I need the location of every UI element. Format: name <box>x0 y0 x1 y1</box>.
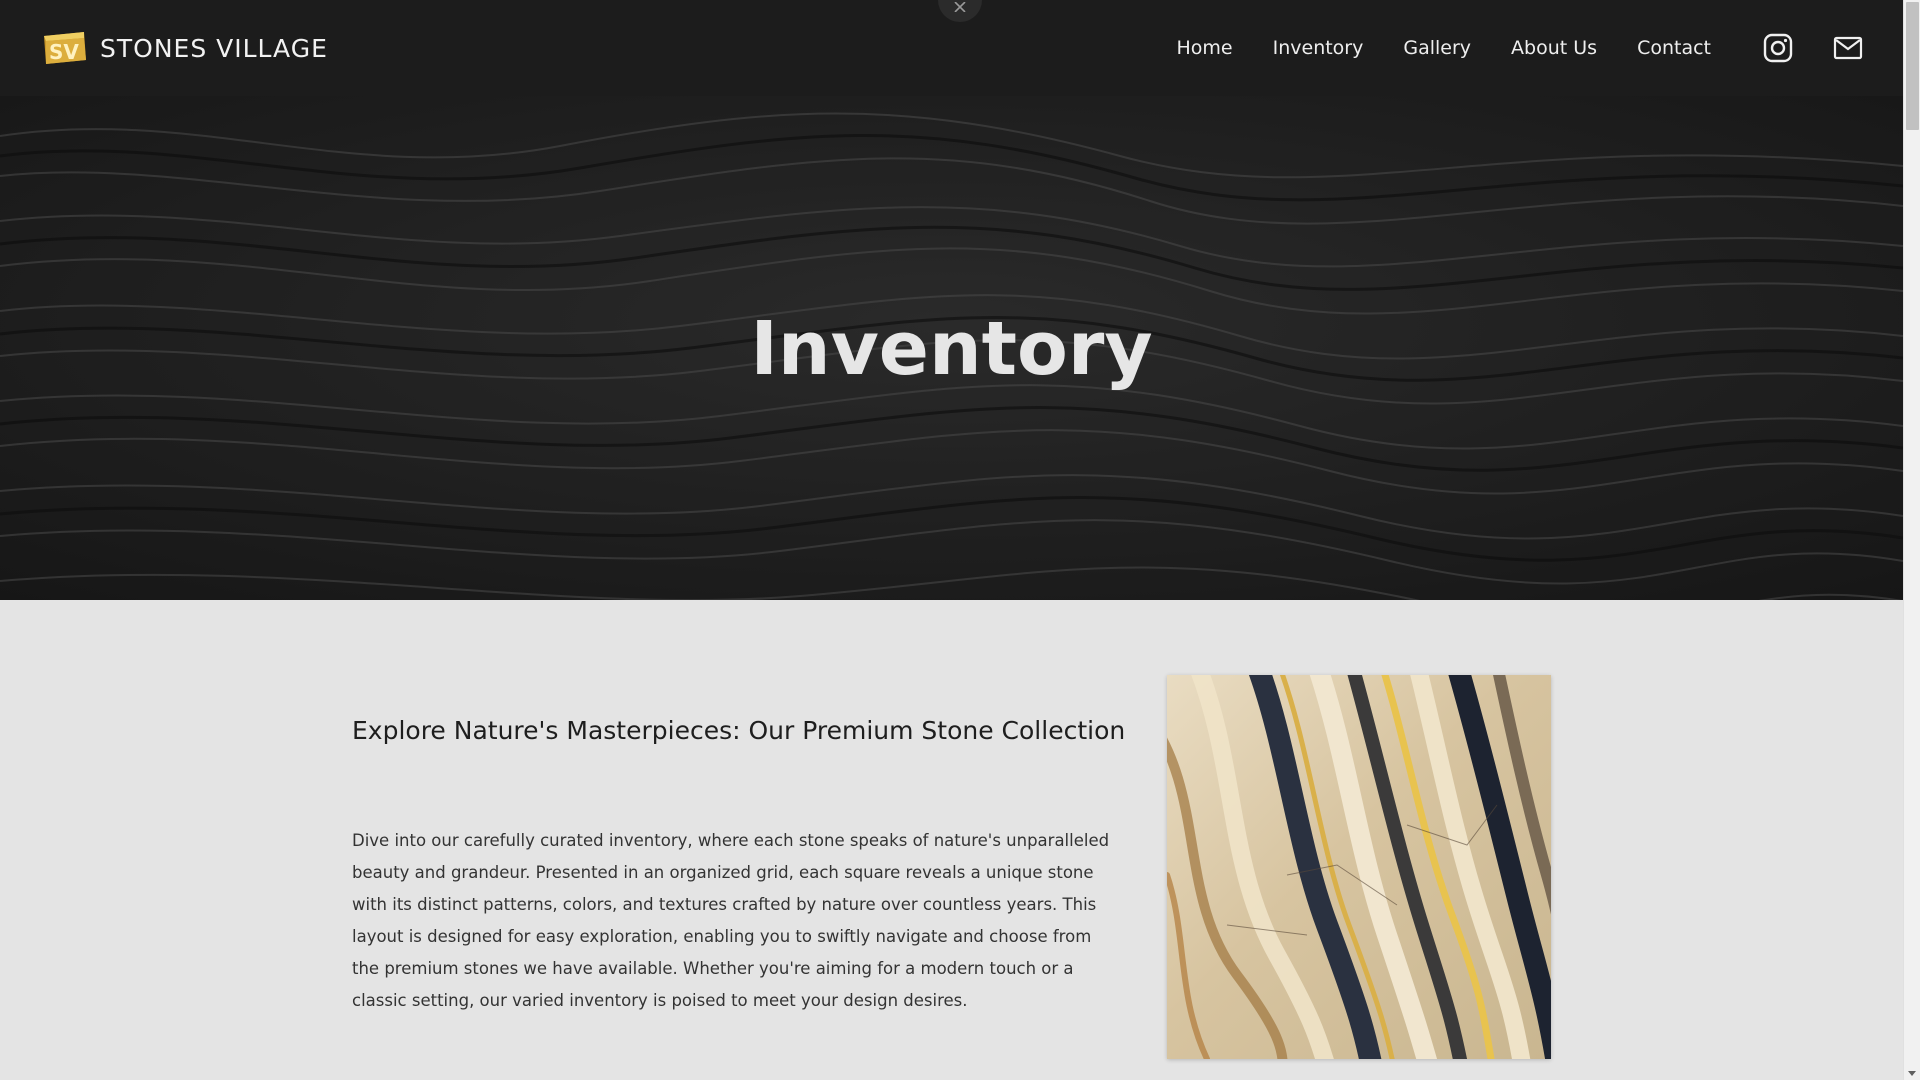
intro-section: Explore Nature's Masterpieces: Our Premi… <box>0 600 1903 1080</box>
logo-mark-text: SV <box>49 40 79 64</box>
stone-slab-image <box>1167 675 1551 1059</box>
mail-icon[interactable] <box>1833 33 1863 63</box>
nav-gallery[interactable]: Gallery <box>1403 37 1471 59</box>
scroll-down-arrow-icon[interactable] <box>1908 1071 1916 1076</box>
brand-name: STONES VILLAGE <box>100 33 328 63</box>
nav-home[interactable]: Home <box>1177 37 1233 59</box>
nav-about-us[interactable]: About Us <box>1511 37 1597 59</box>
nav-contact[interactable]: Contact <box>1637 37 1711 59</box>
page: SV STONES VILLAGE Home Inventory Gallery… <box>0 0 1903 1080</box>
logo-mark-icon: SV <box>44 32 86 64</box>
section-heading: Explore Nature's Masterpieces: Our Premi… <box>352 716 1126 745</box>
site-logo[interactable]: SV STONES VILLAGE <box>40 28 328 68</box>
section-description: Dive into our carefully curated inventor… <box>352 831 1110 1010</box>
scrollbar-thumb[interactable] <box>1906 2 1919 130</box>
instagram-icon[interactable] <box>1763 33 1793 63</box>
page-title: Inventory <box>750 305 1153 392</box>
featured-stone-image <box>1167 675 1551 1059</box>
main-nav: Home Inventory Gallery About Us Contact <box>1177 0 1712 96</box>
page-scrollbar[interactable] <box>1903 0 1920 1080</box>
close-icon <box>954 2 966 12</box>
nav-inventory[interactable]: Inventory <box>1273 37 1364 59</box>
hero-banner: Inventory <box>0 96 1903 600</box>
